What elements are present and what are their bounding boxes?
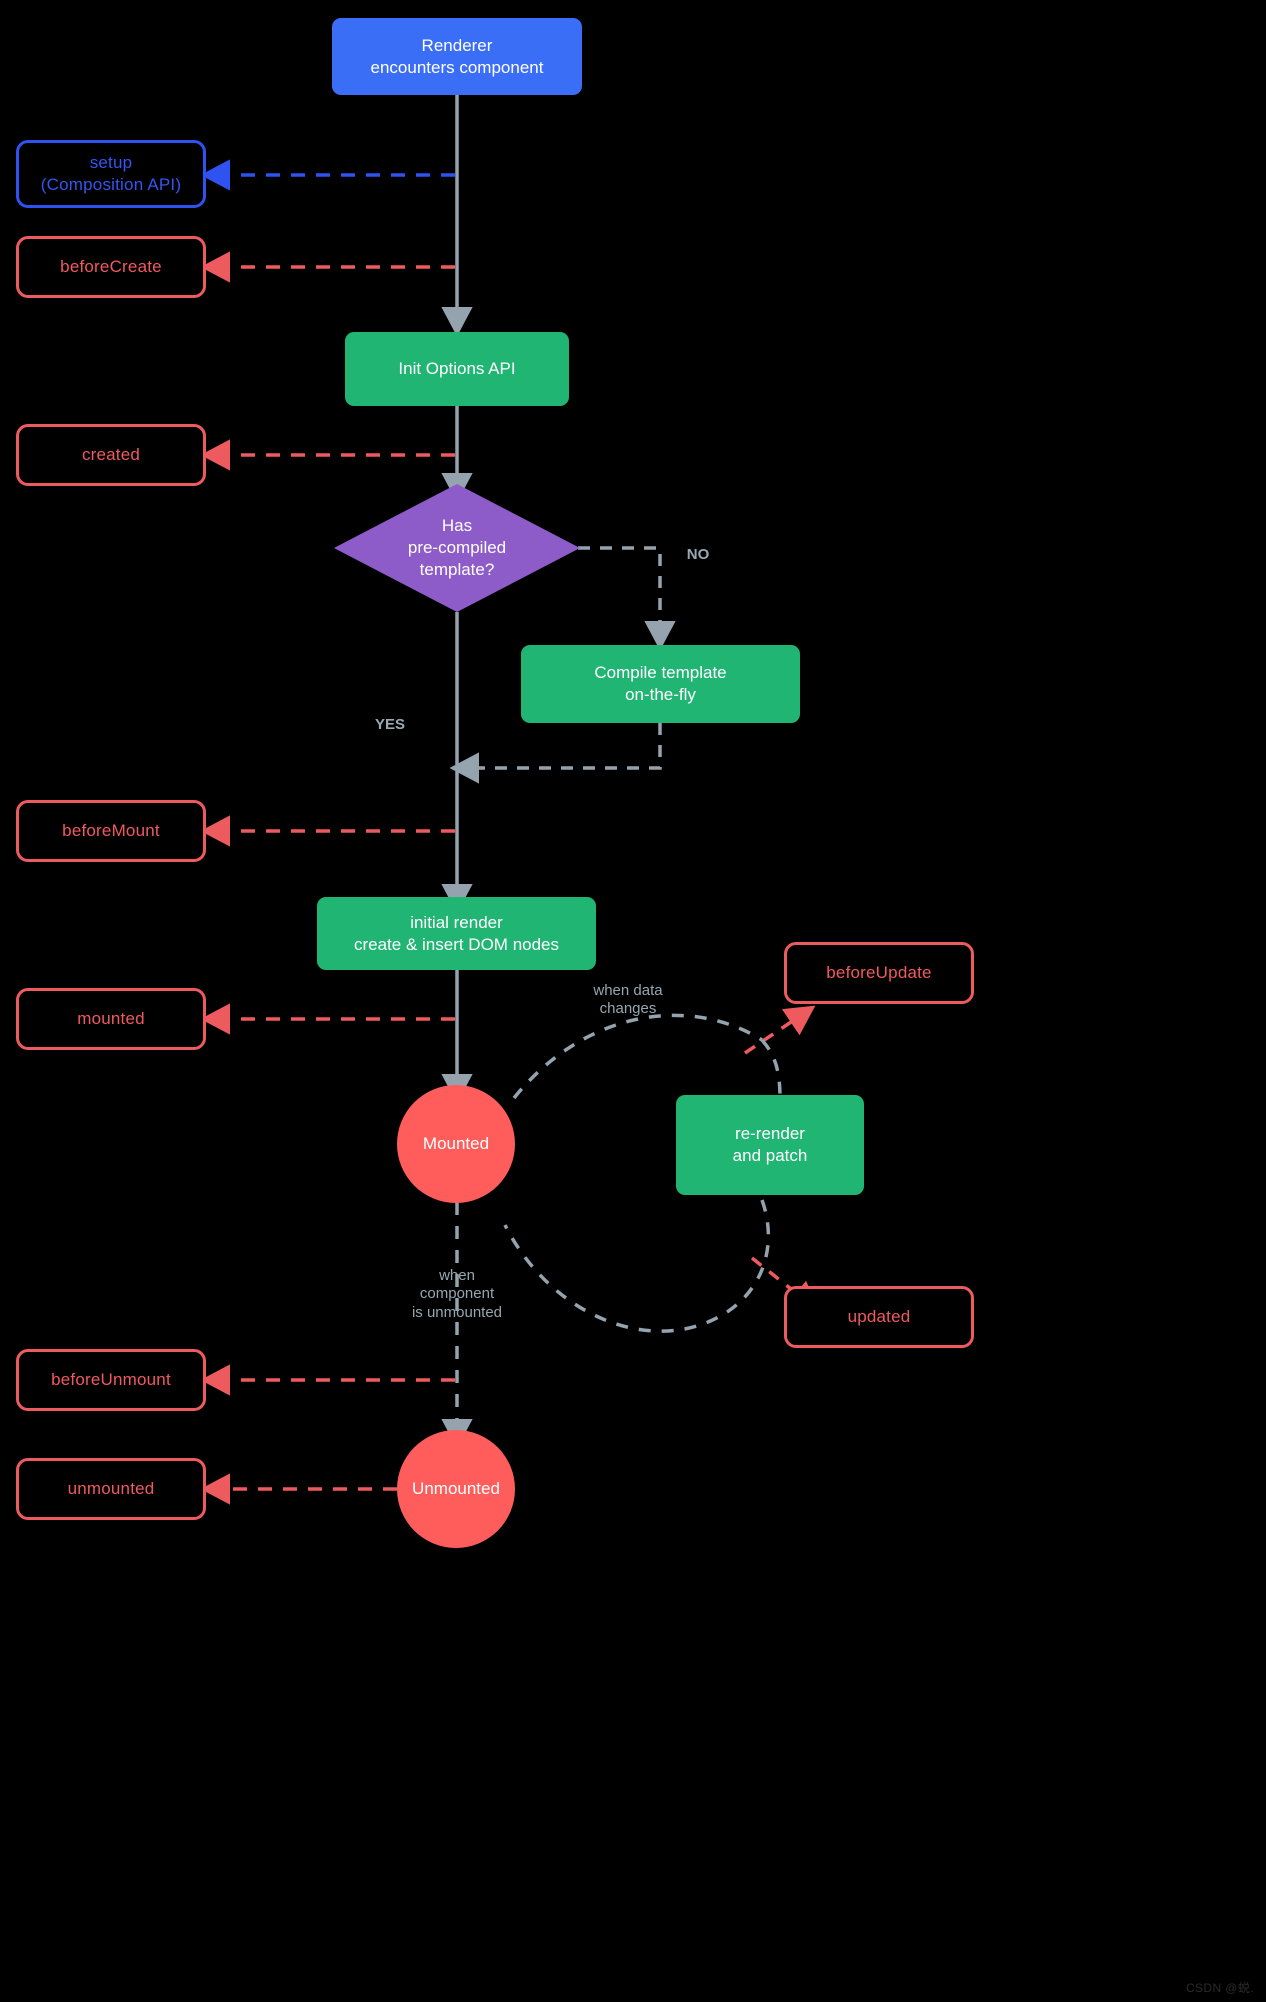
- node-updated: updated: [784, 1286, 974, 1348]
- edge-label-yes: YES: [374, 716, 405, 733]
- node-initial-render: initial render create & insert DOM nodes: [317, 897, 596, 970]
- node-before-mount-label: beforeMount: [62, 821, 160, 841]
- node-setup: setup (Composition API): [16, 140, 206, 208]
- node-mounted-hook: mounted: [16, 988, 206, 1050]
- edge-mounted-to-update-arc: [512, 1013, 763, 1100]
- node-initial-render-label: initial render create & insert DOM nodes: [353, 912, 560, 954]
- node-unmounted-hook-label: unmounted: [67, 1479, 155, 1499]
- node-mounted-state: Mounted: [397, 1085, 515, 1203]
- node-before-mount: beforeMount: [16, 800, 206, 862]
- edge-decision-no-to-compile: [578, 546, 676, 651]
- node-compile-template-label: Compile template on-the-fly: [594, 663, 727, 704]
- node-before-unmount: beforeUnmount: [16, 1349, 206, 1411]
- csdn-watermark: CSDN @蜕.: [1185, 1981, 1254, 1995]
- node-compile-template: Compile template on-the-fly: [521, 645, 800, 723]
- edge-rerender-back-to-mounted: [503, 1199, 771, 1333]
- node-renderer: Renderer encounters component: [332, 18, 582, 95]
- node-before-update-label: beforeUpdate: [826, 963, 932, 983]
- node-before-update: beforeUpdate: [784, 942, 974, 1004]
- node-unmounted-hook: unmounted: [16, 1458, 206, 1520]
- node-init-options-label: Init Options API: [398, 359, 516, 379]
- node-setup-label: setup (Composition API): [40, 153, 182, 194]
- edge-arc-into-rerender: [760, 1038, 782, 1099]
- node-before-create: beforeCreate: [16, 236, 206, 298]
- node-created-label: created: [81, 445, 141, 465]
- edge-compile-back-to-spine: [449, 723, 662, 784]
- node-has-template-label: Has pre-compiled template?: [407, 516, 507, 579]
- node-unmounted-state: Unmounted: [397, 1430, 515, 1548]
- node-before-create-label: beforeCreate: [60, 257, 162, 277]
- node-created: created: [16, 424, 206, 486]
- node-rerender: re-render and patch: [676, 1095, 864, 1195]
- diagram-canvas: Renderer encounters component setup (Com…: [0, 0, 1266, 2002]
- node-before-unmount-label: beforeUnmount: [51, 1370, 171, 1390]
- node-renderer-label: Renderer encounters component: [370, 35, 544, 77]
- edge-label-no: NO: [686, 546, 710, 563]
- node-init-options: Init Options API: [345, 332, 569, 406]
- node-unmounted-state-label: Unmounted: [412, 1479, 500, 1499]
- node-rerender-label: re-render and patch: [732, 1124, 808, 1165]
- node-updated-label: updated: [847, 1307, 911, 1327]
- node-mounted-hook-label: mounted: [77, 1009, 145, 1029]
- edge-arc-to-beforeupdate: [744, 1005, 816, 1055]
- node-mounted-state-label: Mounted: [422, 1134, 490, 1154]
- edge-label-when-data-changes: when data changes: [593, 982, 663, 1018]
- node-has-template: Has pre-compiled template?: [334, 484, 580, 612]
- edge-label-when-component-unmounted: when component is unmounted: [411, 1267, 503, 1321]
